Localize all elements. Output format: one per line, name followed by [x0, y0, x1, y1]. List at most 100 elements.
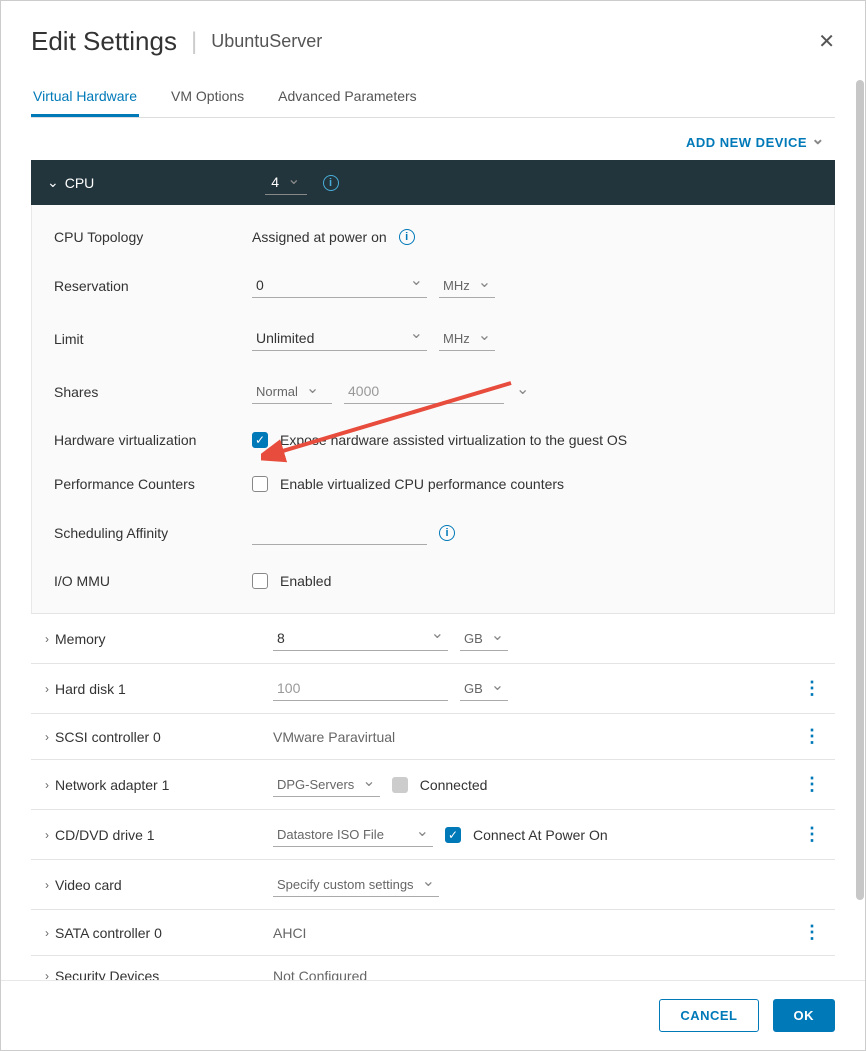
chevron-down-icon: [478, 275, 491, 295]
limit-unit: MHz: [443, 331, 470, 346]
perf-counters-row: Performance Counters Enable virtualized …: [32, 462, 834, 506]
chevron-down-icon[interactable]: [516, 382, 529, 402]
io-mmu-label: I/O MMU: [54, 573, 252, 589]
limit-label: Limit: [54, 331, 252, 347]
cddvd-row[interactable]: › CD/DVD drive 1 Datastore ISO File Conn…: [31, 809, 835, 859]
hw-virtualization-row: Hardware virtualization Expose hardware …: [32, 418, 834, 462]
security-value: Not Configured: [273, 968, 821, 980]
connect-poweron-label: Connect At Power On: [473, 827, 608, 843]
chevron-right-icon: ›: [45, 730, 49, 744]
cddvd-select[interactable]: Datastore ISO File: [273, 822, 433, 847]
kebab-menu-icon[interactable]: ⋮: [803, 824, 821, 845]
sched-affinity-label: Scheduling Affinity: [54, 525, 252, 541]
kebab-menu-icon[interactable]: ⋮: [803, 922, 821, 943]
title-divider: |: [191, 28, 197, 56]
network-select[interactable]: DPG-Servers: [273, 772, 380, 797]
network-row[interactable]: › Network adapter 1 DPG-Servers Connecte…: [31, 759, 835, 809]
chevron-down-icon: [811, 132, 825, 152]
cpu-count-select[interactable]: 4: [265, 170, 306, 195]
limit-unit-select[interactable]: MHz: [439, 326, 495, 351]
hard-disk-input[interactable]: [273, 676, 448, 701]
chevron-down-icon[interactable]: [431, 626, 444, 646]
perf-counters-checkbox-label: Enable virtualized CPU performance count…: [280, 476, 564, 492]
connect-poweron-checkbox[interactable]: [445, 827, 461, 843]
cpu-reservation-row: Reservation MHz: [32, 259, 834, 312]
add-device-row: ADD NEW DEVICE: [1, 118, 865, 160]
ok-button[interactable]: OK: [773, 999, 836, 1032]
hard-disk-unit-select[interactable]: GB: [460, 676, 508, 701]
cpu-section-body: CPU Topology Assigned at power on i Rese…: [31, 205, 835, 613]
io-mmu-row: I/O MMU Enabled: [32, 559, 834, 603]
connected-label: Connected: [420, 777, 488, 793]
memory-unit-select[interactable]: GB: [460, 626, 508, 651]
sata-row[interactable]: › SATA controller 0 AHCI ⋮: [31, 909, 835, 955]
reservation-unit: MHz: [443, 278, 470, 293]
reservation-unit-select[interactable]: MHz: [439, 273, 495, 298]
cancel-button[interactable]: CANCEL: [659, 999, 758, 1032]
io-mmu-checkbox[interactable]: [252, 573, 268, 589]
chevron-down-icon[interactable]: [410, 326, 423, 346]
scrollbar[interactable]: [856, 80, 864, 900]
memory-label: Memory: [55, 631, 273, 647]
hw-virt-label: Hardware virtualization: [54, 432, 252, 448]
scsi-row[interactable]: › SCSI controller 0 VMware Paravirtual ⋮: [31, 713, 835, 759]
connected-checkbox[interactable]: [392, 777, 408, 793]
shares-level: Normal: [256, 384, 298, 399]
chevron-down-icon: [287, 172, 300, 192]
video-value: Specify custom settings: [277, 877, 414, 892]
modal-title: Edit Settings: [31, 26, 177, 57]
info-icon[interactable]: i: [323, 175, 339, 191]
video-row[interactable]: › Video card Specify custom settings: [31, 859, 835, 909]
chevron-down-icon: [491, 628, 504, 648]
chevron-down-icon: ⌄: [47, 174, 59, 191]
cpu-section-header[interactable]: ⌄ CPU 4 i: [31, 160, 835, 205]
reservation-label: Reservation: [54, 278, 252, 294]
chevron-down-icon: [478, 328, 491, 348]
network-label: Network adapter 1: [55, 777, 273, 793]
io-mmu-checkbox-label: Enabled: [280, 573, 331, 589]
hw-virt-checkbox-label: Expose hardware assisted virtualization …: [280, 432, 627, 448]
security-row[interactable]: › Security Devices Not Configured: [31, 955, 835, 980]
perf-counters-checkbox[interactable]: [252, 476, 268, 492]
tab-advanced-parameters[interactable]: Advanced Parameters: [276, 82, 419, 117]
perf-counters-label: Performance Counters: [54, 476, 252, 492]
sata-value: AHCI: [273, 925, 803, 941]
hw-virt-checkbox[interactable]: [252, 432, 268, 448]
sched-affinity-row: Scheduling Affinity i: [32, 506, 834, 559]
memory-unit: GB: [464, 631, 483, 646]
cpu-topology-label: CPU Topology: [54, 229, 252, 245]
chevron-right-icon: ›: [45, 969, 49, 980]
chevron-right-icon: ›: [45, 828, 49, 842]
shares-label: Shares: [54, 384, 252, 400]
chevron-right-icon: ›: [45, 778, 49, 792]
cpu-topology-row: CPU Topology Assigned at power on i: [32, 215, 834, 259]
reservation-input[interactable]: [252, 273, 427, 298]
cpu-shares-row: Shares Normal: [32, 365, 834, 418]
info-icon[interactable]: i: [439, 525, 455, 541]
limit-input[interactable]: [252, 326, 427, 351]
kebab-menu-icon[interactable]: ⋮: [803, 774, 821, 795]
video-select[interactable]: Specify custom settings: [273, 872, 439, 897]
close-icon[interactable]: ✕: [818, 29, 835, 54]
kebab-menu-icon[interactable]: ⋮: [803, 678, 821, 699]
modal-footer: CANCEL OK: [1, 980, 865, 1050]
tab-vm-options[interactable]: VM Options: [169, 82, 246, 117]
add-new-device-label: ADD NEW DEVICE: [686, 135, 807, 150]
chevron-down-icon: [362, 774, 375, 794]
shares-level-select[interactable]: Normal: [252, 379, 332, 404]
chevron-down-icon[interactable]: [410, 273, 423, 293]
shares-value-input[interactable]: [344, 379, 504, 404]
memory-row[interactable]: › Memory GB: [31, 613, 835, 663]
tab-virtual-hardware[interactable]: Virtual Hardware: [31, 82, 139, 117]
hard-disk-unit: GB: [464, 681, 483, 696]
hard-disk-row[interactable]: › Hard disk 1 GB ⋮: [31, 663, 835, 713]
info-icon[interactable]: i: [399, 229, 415, 245]
scsi-label: SCSI controller 0: [55, 729, 273, 745]
sched-affinity-input[interactable]: [252, 520, 427, 545]
memory-input[interactable]: [273, 626, 448, 651]
network-value: DPG-Servers: [277, 777, 354, 792]
add-new-device-button[interactable]: ADD NEW DEVICE: [686, 132, 825, 152]
kebab-menu-icon[interactable]: ⋮: [803, 726, 821, 747]
vm-name: UbuntuServer: [211, 31, 322, 52]
cpu-label: CPU: [65, 175, 95, 191]
